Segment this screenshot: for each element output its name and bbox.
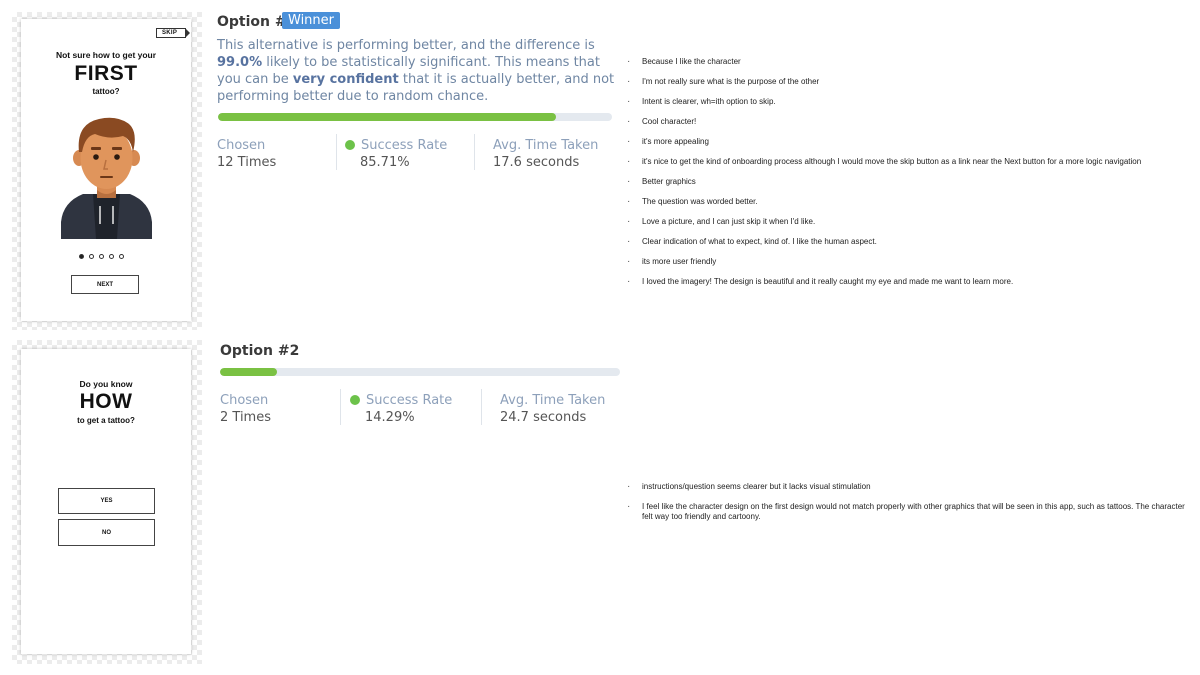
pager-dot <box>99 254 104 259</box>
option2-progress-fill <box>220 368 278 376</box>
mockup2-line2: HOW <box>79 390 133 413</box>
comment-item: Because I like the character <box>625 57 1197 67</box>
desc-percentage: 99.0% <box>217 55 263 70</box>
pager-dot <box>119 254 124 259</box>
comment-item: I'm not really sure what is the purpose … <box>625 77 1197 87</box>
pager-dot <box>89 254 94 259</box>
option1-time-value: 17.6 seconds <box>493 155 580 170</box>
winner-badge: Winner <box>282 12 341 29</box>
option1-progress-fill <box>218 113 556 121</box>
option2-mockup-screen: Do you know HOW to get a tattoo? YES NO <box>21 349 191 654</box>
comment-item: Cool character! <box>625 117 1197 127</box>
comment-item: I feel like the character design on the … <box>625 502 1197 522</box>
option1-success-value: 85.71% <box>360 155 410 170</box>
comment-item: Intent is clearer, wh=ith option to skip… <box>625 97 1197 107</box>
pager-dot <box>109 254 114 259</box>
mockup-next-button: NEXT <box>71 275 139 294</box>
success-dot-icon <box>350 395 360 405</box>
option2-progress-bar <box>220 368 620 376</box>
mockup-pager-dots <box>79 254 124 259</box>
option1-time-label: Avg. Time Taken <box>493 138 599 153</box>
avatar-character-illustration <box>61 117 152 239</box>
stat-divider <box>340 389 341 425</box>
comment-item: Love a picture, and I can just skip it w… <box>625 217 1197 227</box>
mockup2-line1: Do you know <box>79 379 133 389</box>
option1-significance-text: This alternative is performing better, a… <box>217 37 615 105</box>
option1-success-label-text: Success Rate <box>361 138 448 153</box>
comment-item: instructions/question seems clearer but … <box>625 482 1197 492</box>
stat-divider <box>474 134 475 170</box>
mockup-skip-button: SKIP <box>156 28 191 38</box>
option2-time-label: Avg. Time Taken <box>500 393 606 408</box>
mockup-skip-label: SKIP <box>162 30 178 36</box>
option2-title: Option #2 <box>220 343 300 359</box>
stat-divider <box>336 134 337 170</box>
comment-item: Clear indication of what to expect, kind… <box>625 237 1197 247</box>
option2-time-value: 24.7 seconds <box>500 410 587 425</box>
mockup1-line2: FIRST <box>74 62 138 85</box>
comment-item: its more user friendly <box>625 257 1197 267</box>
mockup2-line3: to get a tattoo? <box>77 416 135 425</box>
comment-item: I loved the imagery! The design is beaut… <box>625 277 1197 287</box>
option2-comments-list: instructions/question seems clearer but … <box>625 482 1197 532</box>
comment-item: it's more appealing <box>625 137 1197 147</box>
desc-part1: This alternative is performing better, a… <box>217 38 595 53</box>
mockup1-line3: tattoo? <box>92 87 120 96</box>
option1-chosen-label: Chosen <box>217 138 266 153</box>
option2-success-label: Success Rate <box>350 393 452 408</box>
option1-success-label: Success Rate <box>345 138 447 153</box>
option1-mockup-screen: SKIP Not sure how to get your FIRST tatt… <box>21 19 191 321</box>
mockup-yes-button: YES <box>58 488 155 514</box>
mockup-no-button: NO <box>58 519 155 546</box>
option1-progress-bar <box>218 113 612 121</box>
option2-chosen-label: Chosen <box>220 393 269 408</box>
option1-comments-list: Because I like the character I'm not real… <box>625 57 1197 297</box>
option2-chosen-value: 2 Times <box>220 410 271 425</box>
comment-item: Better graphics <box>625 177 1197 187</box>
stat-divider <box>481 389 482 425</box>
comment-item: it's nice to get the kind of onboarding … <box>625 157 1197 167</box>
mockup-next-label: NEXT <box>96 281 113 288</box>
mockup-yes-label: YES <box>100 498 113 504</box>
mockup1-line1: Not sure how to get your <box>55 50 157 60</box>
option2-success-value: 14.29% <box>365 410 415 425</box>
comment-item: The question was worded better. <box>625 197 1197 207</box>
success-dot-icon <box>345 140 355 150</box>
pager-dot-active <box>79 254 84 259</box>
desc-confidence: very confident <box>292 72 399 87</box>
mockup-no-label: NO <box>102 529 111 536</box>
option1-chosen-value: 12 Times <box>217 155 277 170</box>
option2-success-label-text: Success Rate <box>366 393 453 408</box>
